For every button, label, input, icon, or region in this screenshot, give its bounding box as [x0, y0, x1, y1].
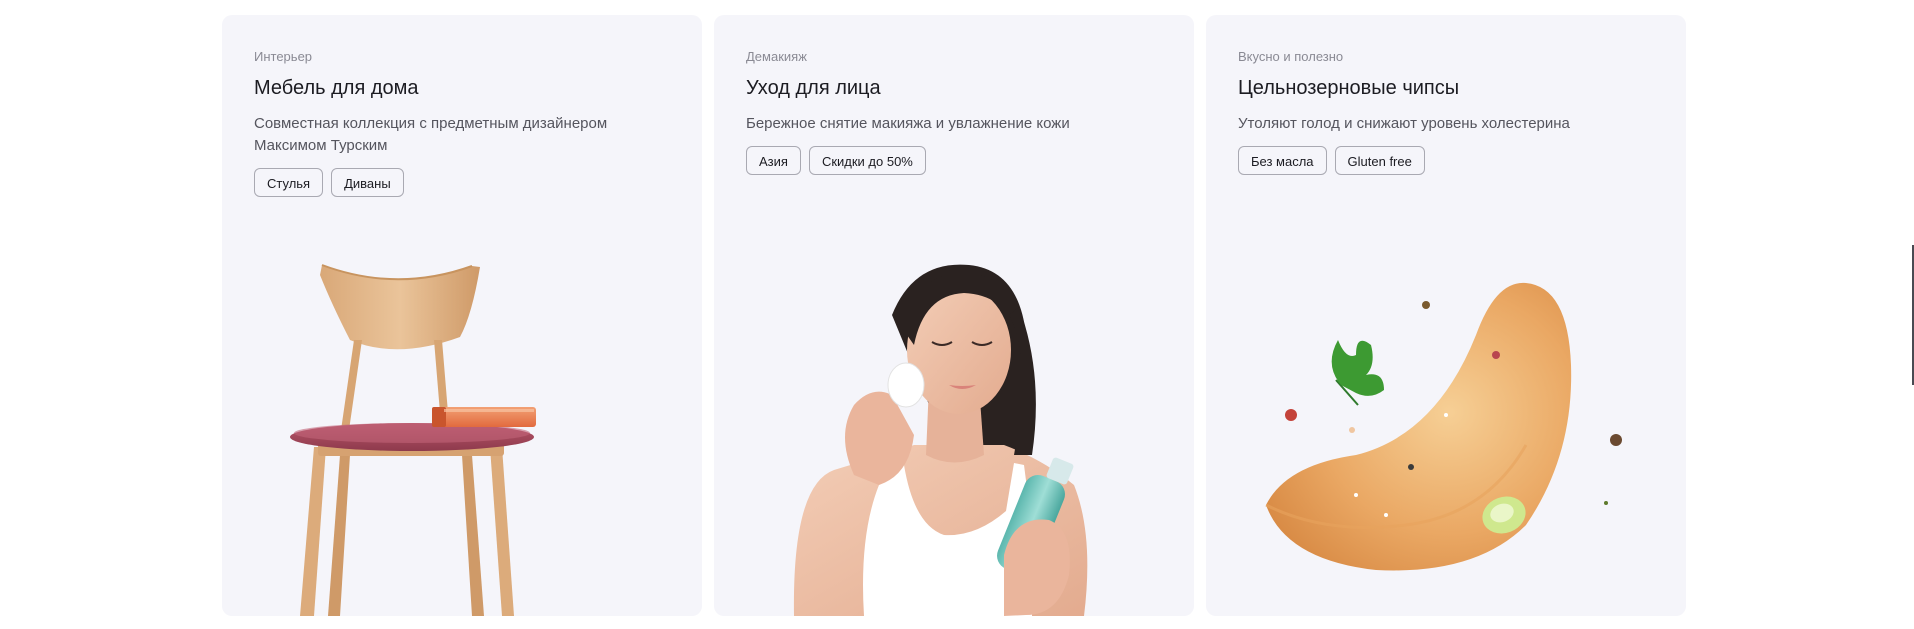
promo-card-face-care[interactable]: Демакияж Уход для лица Бережное снятие м… — [714, 15, 1194, 616]
promo-cards: Интерьер Мебель для дома Совместная колл… — [222, 15, 1686, 616]
card-title[interactable]: Уход для лица — [746, 75, 1162, 101]
card-description: Бережное снятие макияжа и увлажнение кож… — [746, 115, 1070, 132]
card-description: Утоляют голод и снижают уровень холестер… — [1238, 115, 1570, 132]
card-title[interactable]: Цельнозерновые чипсы — [1238, 75, 1654, 101]
tag-gluten-free[interactable]: Gluten free — [1334, 146, 1425, 175]
tag-sofas[interactable]: Диваны — [331, 168, 404, 197]
tag-list: Стулья Диваны — [254, 168, 670, 197]
card-title[interactable]: Мебель для дома — [254, 75, 670, 101]
tag-chairs[interactable]: Стулья — [254, 168, 324, 197]
tag-list: Азия Скидки до 50% — [746, 146, 1162, 175]
promo-card-chips[interactable]: Вкусно и полезно Цельнозерновые чипсы Ут… — [1206, 15, 1686, 616]
card-text: Демакияж Уход для лица Бережное снятие м… — [746, 49, 1162, 175]
card-category: Интерьер — [254, 49, 313, 64]
card-description: Совместная коллекция с предметным дизайн… — [254, 115, 608, 154]
card-text: Вкусно и полезно Цельнозерновые чипсы Ут… — [1238, 49, 1654, 175]
card-text: Интерьер Мебель для дома Совместная колл… — [254, 49, 670, 197]
promo-card-furniture[interactable]: Интерьер Мебель для дома Совместная колл… — [222, 15, 702, 616]
card-category: Вкусно и полезно — [1238, 49, 1344, 64]
page: Интерьер Мебель для дома Совместная колл… — [0, 0, 1914, 629]
tag-list: Без масла Gluten free — [1238, 146, 1654, 175]
card-category: Демакияж — [746, 49, 807, 64]
tag-no-oil[interactable]: Без масла — [1238, 146, 1327, 175]
tag-asia[interactable]: Азия — [746, 146, 801, 175]
tag-discounts[interactable]: Скидки до 50% — [808, 146, 926, 175]
